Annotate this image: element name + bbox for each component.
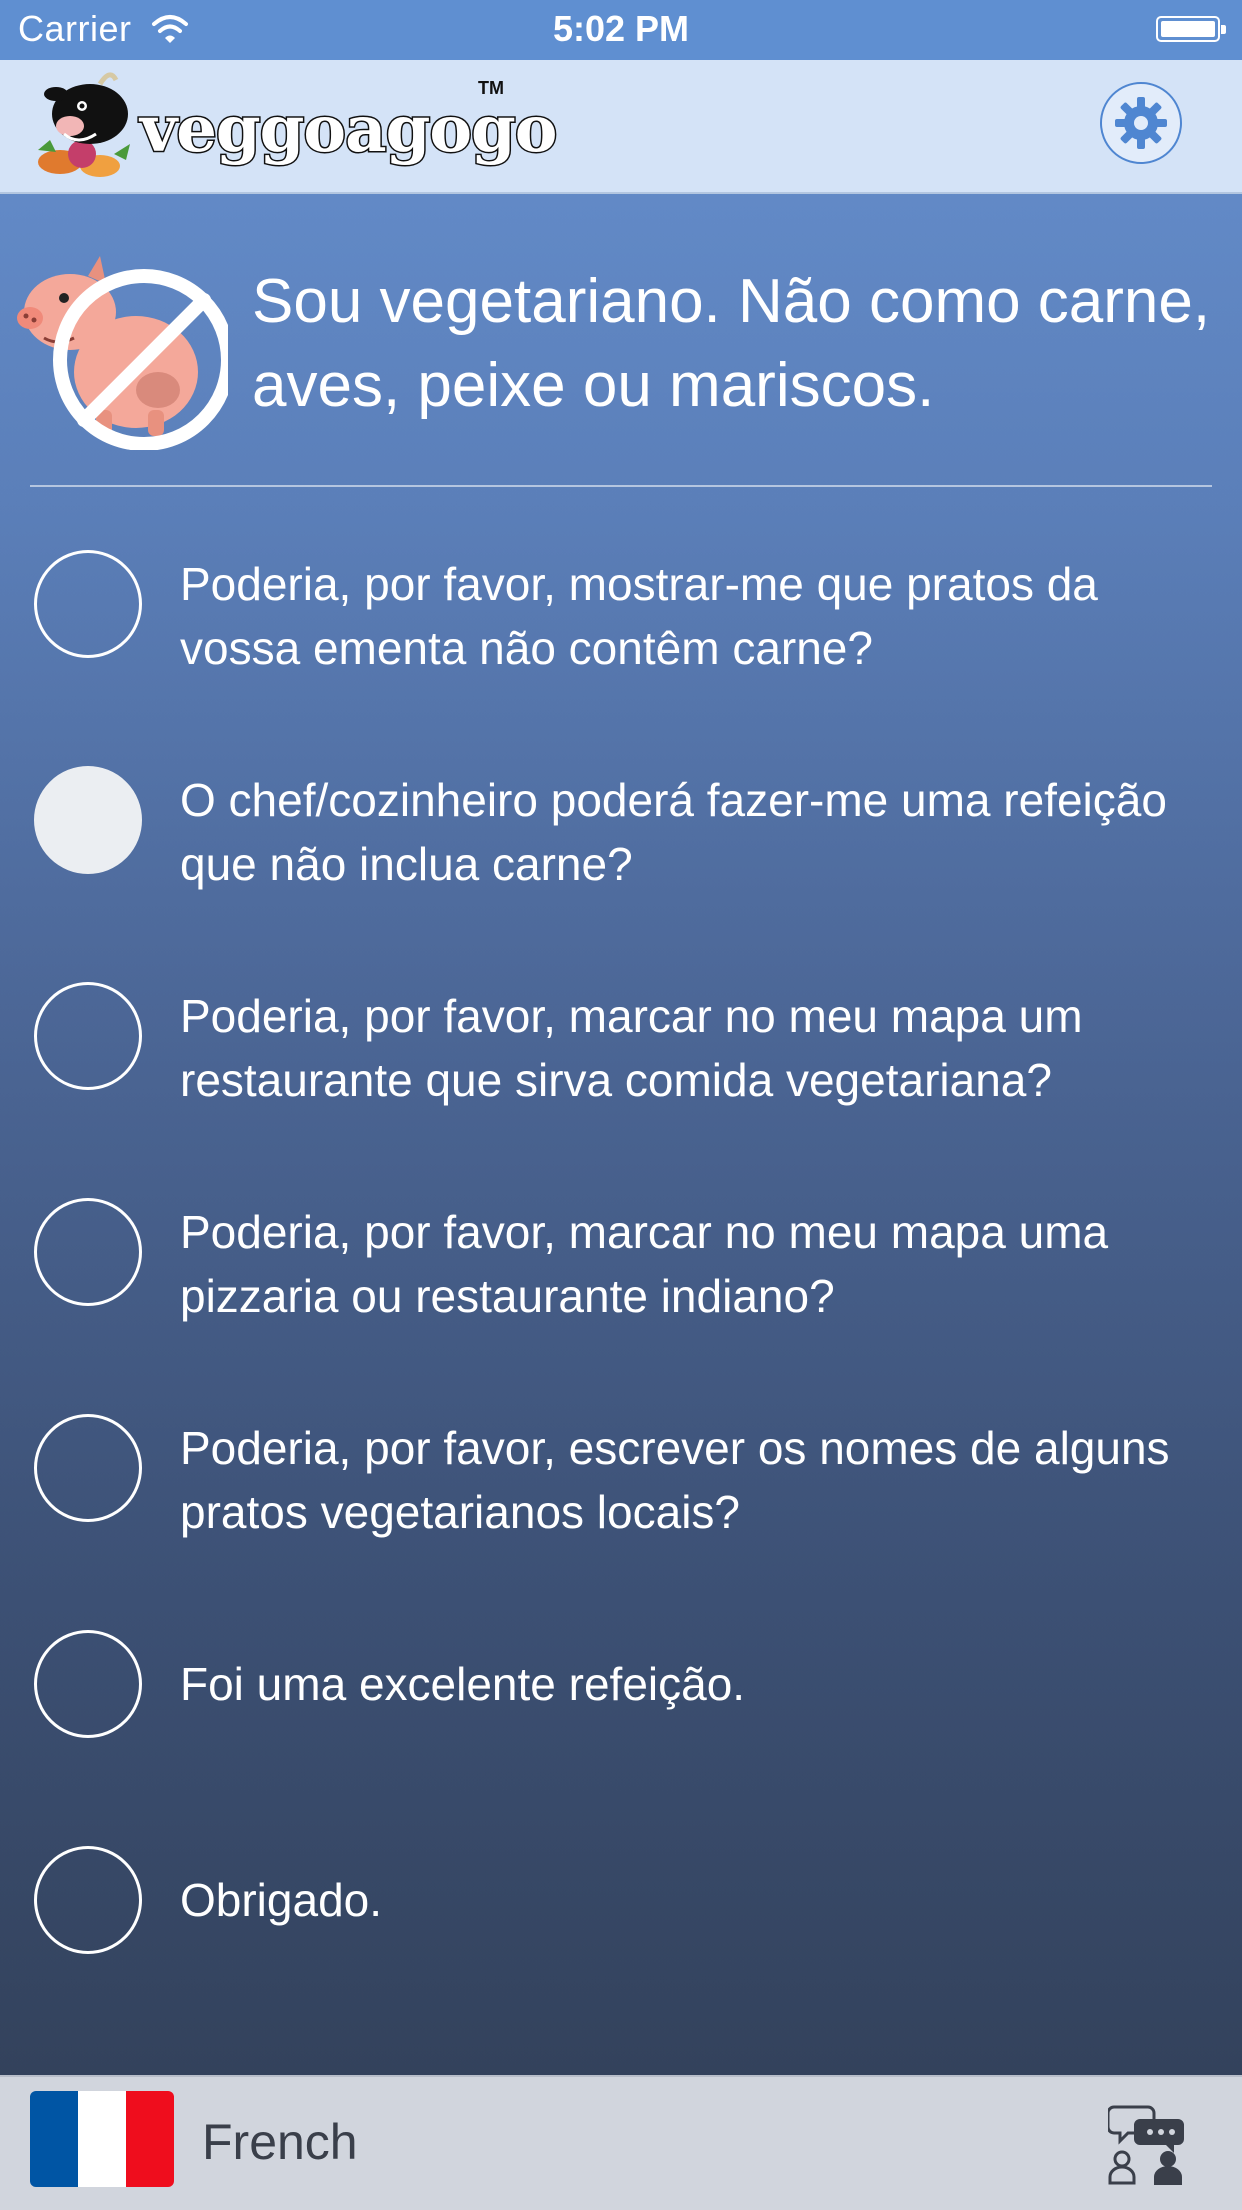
phrase-row[interactable]: Poderia, por favor, marcar no meu mapa u… (0, 982, 1242, 1162)
phrase-row[interactable]: O chef/cozinheiro poderá fazer-me uma re… (0, 766, 1242, 946)
phrase-row[interactable]: Poderia, por favor, mostrar-me que prato… (0, 550, 1242, 730)
intro-section: Sou vegetariano. Não como carne, aves, p… (0, 240, 1242, 460)
flag-stripe-white (78, 2091, 126, 2187)
phrase-row[interactable]: Obrigado. (0, 1846, 1242, 2026)
settings-button[interactable] (1100, 82, 1182, 164)
intro-statement: Sou vegetariano. Não como carne, aves, p… (252, 267, 1211, 420)
radio-button-selected[interactable] (34, 766, 142, 874)
clock: 5:02 PM (552, 8, 690, 49)
app-header: veggoagogo veggoagogo TM (0, 60, 1242, 194)
phrase-text: Obrigado. (180, 1874, 383, 1926)
phrase-text: Poderia, por favor, escrever os nomes de… (180, 1422, 1170, 1538)
french-flag-icon[interactable] (30, 2091, 174, 2187)
phrase-text: O chef/cozinheiro poderá fazer-me uma re… (180, 774, 1167, 890)
no-meat-pig-icon (17, 256, 228, 450)
app-logo: veggoagogo veggoagogo TM (30, 70, 559, 182)
battery-icon (1156, 16, 1226, 42)
flag-stripe-red (126, 2091, 174, 2187)
divider (30, 485, 1212, 487)
gear-icon (1115, 97, 1167, 149)
phrase-row[interactable]: Poderia, por favor, escrever os nomes de… (0, 1414, 1242, 1594)
phrase-text: Poderia, por favor, marcar no meu mapa u… (180, 1206, 1109, 1322)
radio-button[interactable] (34, 1630, 142, 1738)
radio-button[interactable] (34, 1414, 142, 1522)
radio-button[interactable] (34, 1846, 142, 1954)
flag-stripe-blue (30, 2091, 78, 2187)
phrase-text: Poderia, por favor, mostrar-me que prato… (180, 558, 1098, 674)
phrase-text: Poderia, por favor, marcar no meu mapa u… (180, 990, 1083, 1106)
phrase-row[interactable]: Foi uma excelente refeição. (0, 1630, 1242, 1810)
phrase-text: Foi uma excelente refeição. (180, 1658, 746, 1710)
status-bar: Carrier 5:02 PM (0, 0, 1242, 60)
phrase-row[interactable]: Poderia, por favor, marcar no meu mapa u… (0, 1198, 1242, 1378)
cow-mascot-icon (38, 72, 130, 177)
conversation-icon[interactable] (1108, 2101, 1188, 2185)
radio-button[interactable] (34, 982, 142, 1090)
language-label[interactable]: French (202, 2113, 358, 2171)
bottom-bar: French (0, 2075, 1242, 2210)
radio-button[interactable] (34, 550, 142, 658)
logo-wordmark: veggoagogo (140, 92, 557, 167)
radio-button[interactable] (34, 1198, 142, 1306)
trademark-mark: TM (478, 78, 504, 98)
